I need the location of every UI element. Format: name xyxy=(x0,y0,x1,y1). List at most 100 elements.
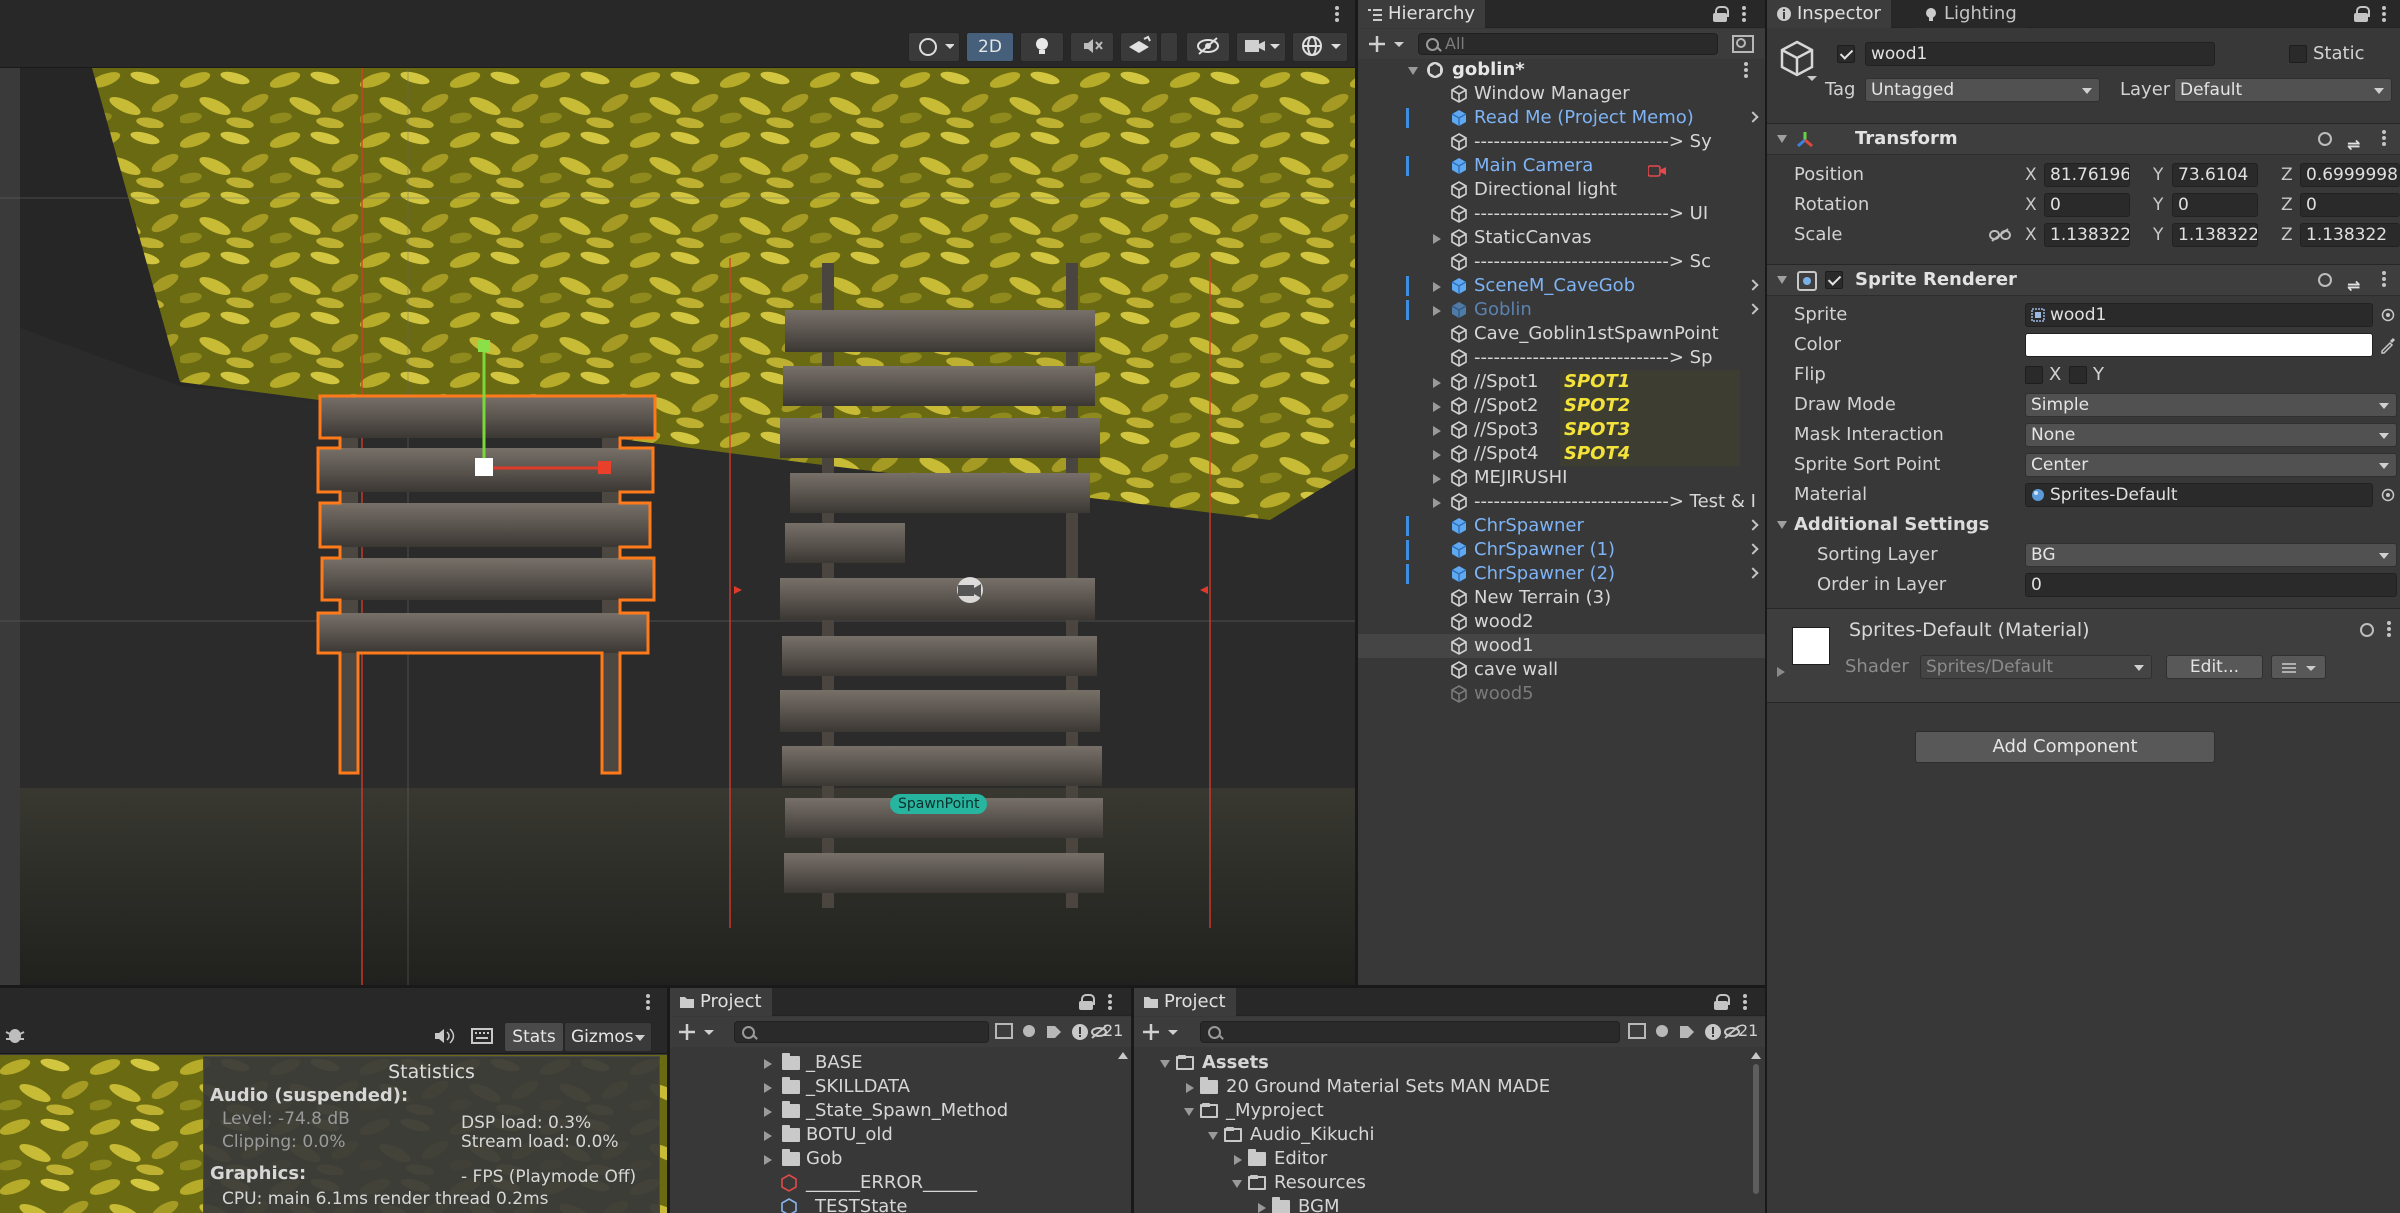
tab-inspector[interactable]: Inspector xyxy=(1767,0,1891,28)
hierarchy-search-input[interactable]: All xyxy=(1418,33,1718,55)
expand-arrow-icon[interactable] xyxy=(764,1155,772,1165)
hierarchy-item[interactable]: cave wall xyxy=(1358,658,1765,682)
hierarchy-item[interactable]: Read Me (Project Memo) xyxy=(1358,106,1765,130)
eyedropper-icon[interactable] xyxy=(2379,336,2397,354)
project-item[interactable]: Editor xyxy=(1134,1147,1765,1171)
object-picker-icon[interactable] xyxy=(2381,308,2395,322)
expand-arrow-icon[interactable] xyxy=(1433,234,1441,244)
hierarchy-item[interactable]: ChrSpawner (1) xyxy=(1358,538,1765,562)
collapse-arrow-icon[interactable] xyxy=(1184,1108,1194,1116)
hierarchy-item[interactable]: MEJIRUSHI xyxy=(1358,466,1765,490)
static-checkbox[interactable] xyxy=(2289,45,2307,63)
expand-arrow-icon[interactable] xyxy=(1433,378,1441,388)
expand-arrow-icon[interactable] xyxy=(1433,306,1441,316)
chevron-down-icon[interactable] xyxy=(635,1035,645,1041)
keyboard-icon[interactable] xyxy=(470,1026,494,1046)
project2-menu-icon[interactable] xyxy=(1742,992,1748,1012)
project-item[interactable]: 20 Ground Material Sets MAN MADE xyxy=(1134,1075,1765,1099)
sprite-renderer-header[interactable]: Sprite Renderer ⇌ xyxy=(1767,264,2400,296)
draw-mode-dropdown[interactable]: Simple xyxy=(2025,393,2397,417)
create-dropdown[interactable] xyxy=(1368,33,1410,55)
scroll-thumb[interactable] xyxy=(1753,1064,1759,1194)
expand-arrow-icon[interactable] xyxy=(1433,474,1441,484)
project-item[interactable]: BOTU_old xyxy=(670,1123,1131,1147)
sprite-renderer-enabled-checkbox[interactable] xyxy=(1825,271,1843,289)
hierarchy-item[interactable]: StaticCanvas xyxy=(1358,226,1765,250)
fold-arrow-icon[interactable] xyxy=(1777,276,1787,284)
project1-menu-icon[interactable] xyxy=(1107,992,1113,1012)
chevron-right-icon[interactable] xyxy=(1747,279,1759,291)
project2-scrollbar[interactable] xyxy=(1750,1050,1763,1210)
collapse-arrow-icon[interactable] xyxy=(1232,1180,1242,1188)
project-item[interactable]: _TESTState xyxy=(670,1195,1131,1213)
expand-arrow-icon[interactable] xyxy=(764,1107,772,1117)
project2-lock-icon[interactable] xyxy=(1714,994,1730,1010)
project-item[interactable]: ______ERROR______ xyxy=(670,1171,1131,1195)
scroll-up-icon[interactable] xyxy=(1118,1052,1128,1059)
tag-dropdown[interactable]: Untagged xyxy=(1865,78,2100,102)
project1-search-input[interactable] xyxy=(734,1021,989,1043)
scene-viewport[interactable]: SpawnPoint xyxy=(0,68,1355,985)
order-in-layer-field[interactable]: 0 xyxy=(2025,573,2397,597)
axis-x-label[interactable]: X xyxy=(2025,221,2037,249)
scale-z-field[interactable]: 1.138322 xyxy=(2300,223,2400,247)
hierarchy-item[interactable]: Goblin xyxy=(1358,298,1765,322)
shader-options-dropdown[interactable] xyxy=(2271,655,2326,679)
project-item[interactable]: _BASE xyxy=(670,1051,1131,1075)
rotation-y-field[interactable]: 0 xyxy=(2172,193,2258,217)
expand-arrow-icon[interactable] xyxy=(1433,450,1441,460)
scene-options-icon[interactable] xyxy=(1743,60,1749,80)
hierarchy-item[interactable]: ChrSpawner (2) xyxy=(1358,562,1765,586)
help-icon[interactable] xyxy=(2318,132,2332,146)
material-preview-swatch[interactable] xyxy=(1792,627,1830,665)
project-item[interactable]: Assets xyxy=(1134,1051,1765,1075)
axis-y-label[interactable]: Y xyxy=(2153,221,2163,249)
scene-render[interactable] xyxy=(0,68,1355,985)
scene-view[interactable]: 2D SpawnPoint xyxy=(0,0,1355,985)
chevron-right-icon[interactable] xyxy=(1747,543,1759,555)
hierarchy-item[interactable]: Directional light xyxy=(1358,178,1765,202)
hidden-objects-toggle[interactable] xyxy=(1186,32,1230,62)
inspector-menu-icon[interactable] xyxy=(2381,4,2387,24)
hierarchy-item[interactable]: ------------------------------> UI xyxy=(1358,202,1765,226)
tab-lighting[interactable]: Lighting xyxy=(1914,0,2027,28)
axis-z-label[interactable]: Z xyxy=(2281,191,2293,219)
axis-y-label[interactable]: Y xyxy=(2153,191,2163,219)
hierarchy-item[interactable]: //Spot3 SPOT3 xyxy=(1358,418,1765,442)
hierarchy-scene-root[interactable]: goblin* xyxy=(1358,58,1765,82)
edit-shader-button[interactable]: Edit... xyxy=(2166,655,2263,679)
audio-speaker-icon[interactable] xyxy=(432,1026,456,1046)
gizmos-dropdown[interactable] xyxy=(1292,32,1348,62)
position-x-field[interactable]: 81.76196 xyxy=(2044,163,2130,187)
expand-arrow-icon[interactable] xyxy=(1433,426,1441,436)
hierarchy-item[interactable]: ------------------------------> Sp xyxy=(1358,346,1765,370)
hierarchy-item[interactable]: Window Manager xyxy=(1358,82,1765,106)
tab-hierarchy[interactable]: Hierarchy xyxy=(1358,0,1486,28)
create-dropdown[interactable] xyxy=(1142,1021,1184,1043)
transform-header[interactable]: Transform ⇌ xyxy=(1767,123,2400,155)
transform-menu-icon[interactable] xyxy=(2381,128,2387,148)
axis-z-label[interactable]: Z xyxy=(2281,161,2293,189)
fold-arrow-icon[interactable] xyxy=(1777,521,1787,529)
additional-settings-foldout[interactable]: Additional Settings xyxy=(1767,511,2400,539)
expand-arrow-icon[interactable] xyxy=(1433,498,1441,508)
project1-lock-icon[interactable] xyxy=(1079,994,1095,1010)
project-item[interactable]: Resources xyxy=(1134,1171,1765,1195)
effects-dropdown[interactable] xyxy=(1160,32,1178,62)
gizmos-dropdown[interactable]: Gizmos xyxy=(564,1022,652,1052)
presets-icon[interactable]: ⇌ xyxy=(2347,130,2360,160)
hierarchy-item[interactable]: Main Camera xyxy=(1358,154,1765,178)
lighting-toggle[interactable] xyxy=(1020,32,1064,62)
spawn-point-label[interactable]: SpawnPoint xyxy=(890,794,988,814)
color-swatch[interactable] xyxy=(2025,333,2373,357)
effects-toggle[interactable] xyxy=(1120,32,1158,62)
project2-search-input[interactable] xyxy=(1200,1021,1620,1043)
chevron-right-icon[interactable] xyxy=(1747,303,1759,315)
rotation-z-field[interactable]: 0 xyxy=(2300,193,2400,217)
fold-arrow-icon[interactable] xyxy=(1777,135,1787,143)
tab-project-2[interactable]: Project xyxy=(1134,988,1236,1016)
object-picker-icon[interactable] xyxy=(2381,488,2395,502)
bug-icon[interactable] xyxy=(4,1024,26,1046)
project-item[interactable]: Audio_Kikuchi xyxy=(1134,1123,1765,1147)
hierarchy-item[interactable]: //Spot1 SPOT1 xyxy=(1358,370,1765,394)
